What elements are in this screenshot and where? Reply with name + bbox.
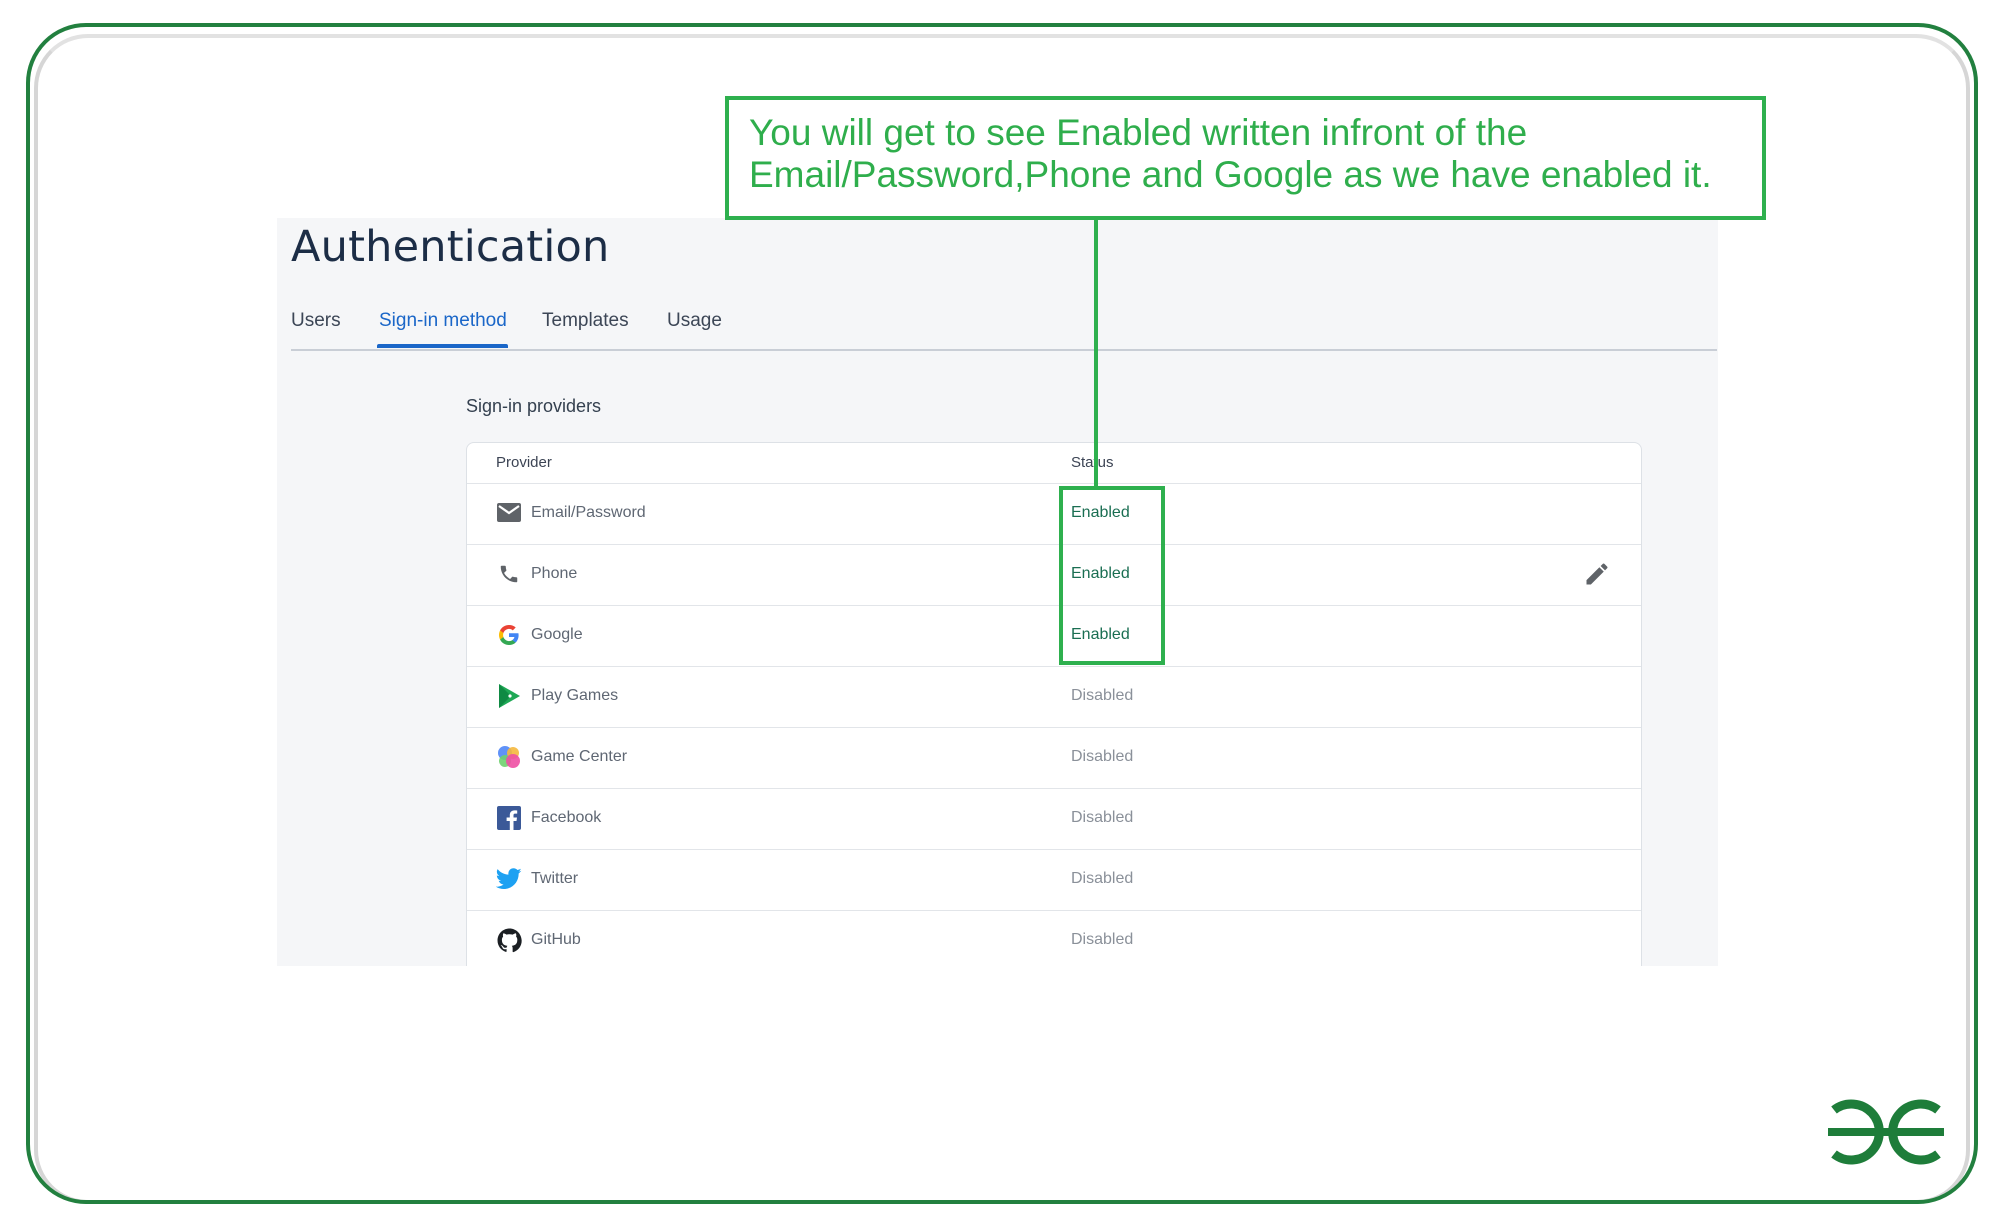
provider-name: Play Games <box>531 687 619 704</box>
provider-status: Disabled <box>1071 809 1134 826</box>
table-row-email-password[interactable]: Email/Password Enabled <box>467 483 1641 545</box>
provider-name: Email/Password <box>531 504 646 521</box>
header-status: Status <box>1071 454 1114 471</box>
gfg-logo <box>1820 1092 1952 1174</box>
table-header: Provider Status <box>467 443 1641 484</box>
table-row-google[interactable]: Google Enabled <box>467 605 1641 667</box>
table-row-phone[interactable]: Phone Enabled <box>467 544 1641 606</box>
annotation-line-2: Email/Password,Phone and Google as we ha… <box>749 154 1712 195</box>
table-row-play-games[interactable]: Play Games Disabled <box>467 666 1641 728</box>
provider-name: GitHub <box>531 931 581 948</box>
tab-sign-in-method[interactable]: Sign-in method <box>379 310 507 332</box>
game-center-icon <box>496 744 522 770</box>
table-row-twitter[interactable]: Twitter Disabled <box>467 849 1641 911</box>
table-row-game-center[interactable]: Game Center Disabled <box>467 727 1641 789</box>
twitter-icon <box>496 866 522 892</box>
table-row-github[interactable]: GitHub Disabled <box>467 910 1641 966</box>
tab-usage[interactable]: Usage <box>667 310 722 332</box>
provider-name: Google <box>531 626 583 643</box>
facebook-icon <box>496 805 522 831</box>
header-provider: Provider <box>496 454 552 471</box>
annotation-line-1: You will get to see Enabled written infr… <box>749 112 1528 153</box>
provider-status: Disabled <box>1071 870 1134 887</box>
firebase-auth-panel: Authentication Users Sign-in method Temp… <box>277 218 1718 966</box>
table-row-facebook[interactable]: Facebook Disabled <box>467 788 1641 850</box>
github-icon <box>496 927 522 953</box>
play-games-icon <box>496 683 522 709</box>
provider-name: Phone <box>531 565 578 582</box>
active-tab-indicator <box>377 344 508 348</box>
tab-bar: Users Sign-in method Templates Usage <box>291 294 1717 351</box>
mail-icon <box>496 500 522 526</box>
providers-table: Provider Status Email/Password Enabled P… <box>466 442 1642 966</box>
tab-templates[interactable]: Templates <box>542 310 629 332</box>
phone-icon <box>496 561 522 587</box>
provider-name: Facebook <box>531 809 602 826</box>
provider-status: Disabled <box>1071 748 1134 765</box>
edit-pencil-icon[interactable] <box>1583 560 1611 588</box>
page-title: Authentication <box>291 222 610 272</box>
enabled-status-highlight <box>1059 486 1165 665</box>
provider-name: Twitter <box>531 870 579 887</box>
google-icon <box>496 622 522 648</box>
annotation-connector-line <box>1094 220 1098 488</box>
annotation-callout: You will get to see Enabled written infr… <box>725 96 1766 220</box>
tab-users[interactable]: Users <box>291 310 341 332</box>
provider-name: Game Center <box>531 748 628 765</box>
section-title: Sign-in providers <box>466 396 602 416</box>
annotation-text: You will get to see Enabled written infr… <box>749 112 1749 196</box>
provider-status: Disabled <box>1071 687 1134 704</box>
provider-status: Disabled <box>1071 931 1134 948</box>
